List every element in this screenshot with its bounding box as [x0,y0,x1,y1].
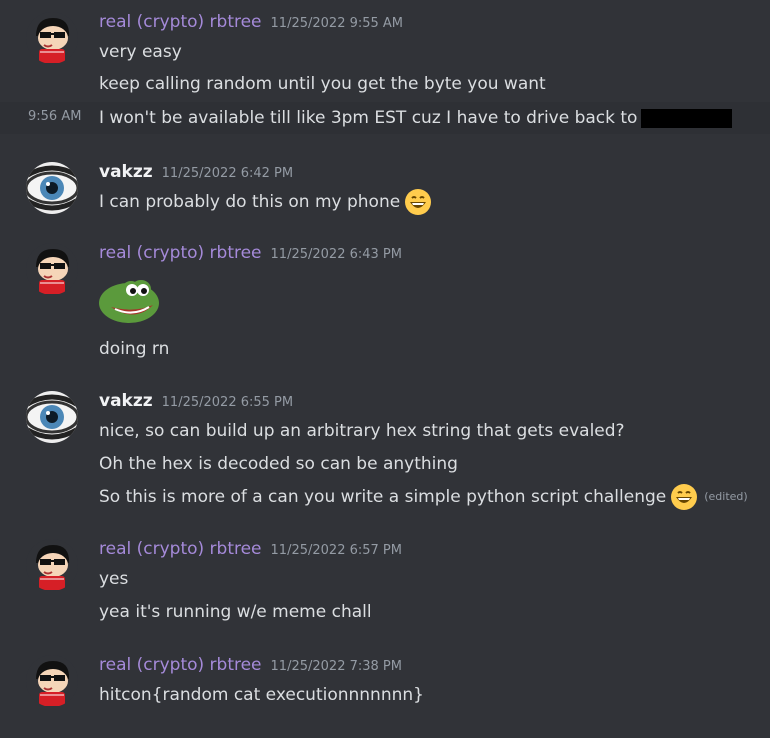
author-name[interactable]: real (crypto) rbtree [99,12,262,32]
author-name[interactable]: real (crypto) rbtree [99,539,262,559]
message-text: yea it's running w/e meme chall [99,602,372,622]
avatar-vakzz[interactable] [26,162,78,214]
message-timestamp: 11/25/2022 7:38 PM [270,659,402,674]
message-text-content: So this is more of a can you write a sim… [99,487,667,507]
author-name[interactable]: real (crypto) rbtree [99,243,262,263]
message-text-content: I can probably do this on my phone [99,192,401,212]
avatar-rbtree[interactable] [26,12,78,64]
message-text-content: I won't be available till like 3pm EST c… [99,108,638,128]
grinning-emoji-icon [405,189,432,215]
hover-timestamp: 9:56 AM [28,109,82,124]
avatar-rbtree[interactable] [26,243,78,295]
grinning-emoji-icon [671,484,698,510]
message-text: nice, so can build up an arbitrary hex s… [99,421,625,441]
message-timestamp: 11/25/2022 6:57 PM [270,543,402,558]
author-name[interactable]: vakzz [99,391,153,411]
message-timestamp: 11/25/2022 6:42 PM [161,166,294,181]
message-timestamp: 11/25/2022 9:55 AM [270,16,404,31]
message-text: hitcon{random cat executionnnnnnn} [99,685,424,705]
message-text: Oh the hex is decoded so can be anything [99,454,458,474]
message-text: So this is more of a can you write a sim… [99,482,748,512]
message-timestamp: 11/25/2022 6:55 PM [161,395,294,410]
edited-label: (edited) [704,490,748,503]
pepe-emote-icon[interactable] [99,273,161,325]
avatar-rbtree[interactable] [26,655,78,707]
message-text: keep calling random until you get the by… [99,74,546,94]
message-text: very easy [99,42,182,62]
message-text: yes [99,569,129,589]
message-text: doing rn [99,339,170,359]
avatar-vakzz[interactable] [26,391,78,443]
author-name[interactable]: vakzz [99,162,153,182]
chat-message-list: real (crypto) rbtree 11/25/2022 9:55 AM … [0,0,770,738]
avatar-rbtree[interactable] [26,539,78,591]
message-text: I won't be available till like 3pm EST c… [99,103,733,133]
message-timestamp: 11/25/2022 6:43 PM [270,247,402,262]
redacted-block [641,108,733,128]
message-text: I can probably do this on my phone [99,187,432,217]
author-name[interactable]: real (crypto) rbtree [99,655,262,675]
